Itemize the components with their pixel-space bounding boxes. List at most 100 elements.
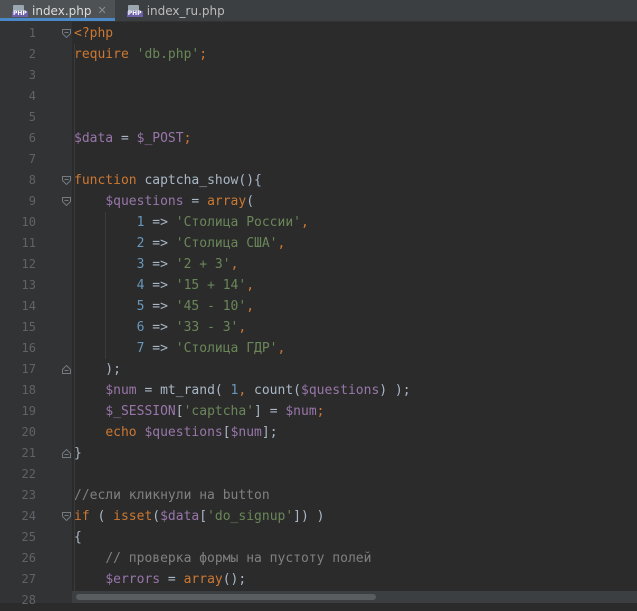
code-token: ]; xyxy=(261,425,278,440)
code-token: ) ); xyxy=(379,383,411,398)
code-token: $data xyxy=(160,509,200,524)
code-editor[interactable]: <?php require 'db.php'; $data = $_POST;fun… xyxy=(72,22,637,603)
code-line[interactable]: function captcha_show(){ xyxy=(74,170,262,191)
code-token: { xyxy=(74,530,82,545)
line-number: 14 xyxy=(21,299,36,313)
code-token: => xyxy=(144,257,176,272)
code-token: = xyxy=(160,572,184,587)
line-number: 17 xyxy=(21,362,36,376)
code-line[interactable]: echo $questions[$num]; xyxy=(74,422,278,443)
fold-toggle-icon[interactable] xyxy=(62,449,71,458)
line-number: 10 xyxy=(21,215,36,229)
code-line[interactable]: 3 => '2 + 3', xyxy=(74,254,239,275)
code-token: '15 + 14' xyxy=(175,278,247,293)
code-line[interactable]: 5 => '45 - 10', xyxy=(74,296,254,317)
code-token: ; xyxy=(316,404,325,419)
code-token: => xyxy=(144,320,176,335)
line-number: 22 xyxy=(21,467,36,481)
code-line[interactable]: $_SESSION['captcha'] = $num; xyxy=(74,401,325,422)
code-token: => xyxy=(144,278,176,293)
code-token: captcha_show(){ xyxy=(144,173,262,188)
tab-index_ru-php[interactable]: PHP index_ru.php xyxy=(115,0,233,21)
code-token: , xyxy=(277,236,286,251)
code-token: 'Столица ГДР' xyxy=(175,341,278,356)
code-token: count( xyxy=(254,383,301,398)
code-line[interactable]: // проверка формы на пустоту полей xyxy=(74,548,371,569)
code-token: isset xyxy=(113,509,153,524)
line-number: 24 xyxy=(21,509,36,523)
code-line[interactable]: $data = $_POST; xyxy=(74,128,191,149)
code-token: [ xyxy=(175,404,184,419)
code-token: , xyxy=(301,215,309,230)
fold-toggle-icon[interactable] xyxy=(62,176,71,185)
line-number: 20 xyxy=(21,425,36,439)
tab-label: index.php xyxy=(32,3,92,18)
code-token: require xyxy=(74,47,137,62)
line-number-gutter: 1 2 3 4 5 6 7 8 9 10 11 12 13 14 15 16 17 18 19 20 21 22 23 24 2… xyxy=(0,22,72,607)
code-line[interactable]: $num = mt_rand( 1, count($questions) ); xyxy=(74,380,411,401)
code-token: } xyxy=(74,446,82,461)
scrollbar-thumb[interactable] xyxy=(76,594,376,600)
code-line[interactable]: if ( isset($data['do_signup']) ) xyxy=(74,506,324,527)
fold-toggle-icon[interactable] xyxy=(62,197,71,206)
code-line[interactable]: <?php xyxy=(74,23,113,44)
code-token: array xyxy=(207,194,247,209)
code-line[interactable]: require 'db.php'; xyxy=(74,44,207,65)
line-number: 11 xyxy=(21,236,36,250)
code-token: , xyxy=(238,320,247,335)
fold-toggle-icon[interactable] xyxy=(62,512,71,521)
code-line[interactable]: 1 => 'Столица России', xyxy=(74,212,309,233)
code-token: = xyxy=(183,194,208,209)
code-token: => xyxy=(144,236,176,251)
editor-tab-bar: PHP index.php ✕ PHP index_ru.php xyxy=(0,0,637,22)
code-line[interactable]: 6 => '33 - 3', xyxy=(74,317,247,338)
code-token: $data xyxy=(74,131,114,146)
code-token: '33 - 3' xyxy=(175,320,239,335)
fold-toggle-icon[interactable] xyxy=(62,365,71,374)
code-line[interactable]: //если кликнули на button xyxy=(74,485,270,506)
line-number: 3 xyxy=(28,68,36,82)
code-line[interactable]: } xyxy=(74,443,82,464)
code-line[interactable]: ); xyxy=(74,359,121,380)
code-token: //если кликнули на button xyxy=(74,488,270,503)
code-token: [ xyxy=(222,425,231,440)
code-token: $num xyxy=(230,425,262,440)
line-number: 13 xyxy=(21,278,36,292)
code-token: array xyxy=(183,572,223,587)
code-line[interactable]: $errors = array(); xyxy=(74,569,246,590)
code-token: 'do_signup' xyxy=(207,509,294,524)
code-line[interactable]: { xyxy=(74,527,82,548)
line-number: 7 xyxy=(28,152,36,166)
code-token: , xyxy=(238,383,255,398)
code-line[interactable]: $questions = array( xyxy=(74,191,254,212)
line-number: 16 xyxy=(21,341,36,355)
code-token: ( xyxy=(97,509,114,524)
code-token: ; xyxy=(199,47,208,62)
tab-index-php[interactable]: PHP index.php ✕ xyxy=(0,0,115,21)
code-token: if xyxy=(74,509,98,524)
code-token: 'Столица США' xyxy=(175,236,278,251)
code-line[interactable]: 4 => '15 + 14', xyxy=(74,275,254,296)
code-token: , xyxy=(246,299,255,314)
code-token: $errors xyxy=(105,572,161,587)
line-number: 12 xyxy=(21,257,36,271)
close-icon[interactable]: ✕ xyxy=(97,4,106,17)
line-number: 21 xyxy=(21,446,36,460)
fold-toggle-icon[interactable] xyxy=(62,29,71,38)
code-token: 'Столица России' xyxy=(175,215,301,230)
code-token: => xyxy=(144,299,176,314)
code-token: $questions xyxy=(144,425,223,440)
php-file-icon: PHP xyxy=(126,4,143,17)
code-token: function xyxy=(74,173,145,188)
code-token: $_SESSION xyxy=(105,404,176,419)
horizontal-scrollbar[interactable] xyxy=(72,591,637,603)
line-number: 2 xyxy=(28,47,36,61)
line-number: 19 xyxy=(21,404,36,418)
line-number: 9 xyxy=(28,194,36,208)
code-token: ); xyxy=(74,362,121,377)
